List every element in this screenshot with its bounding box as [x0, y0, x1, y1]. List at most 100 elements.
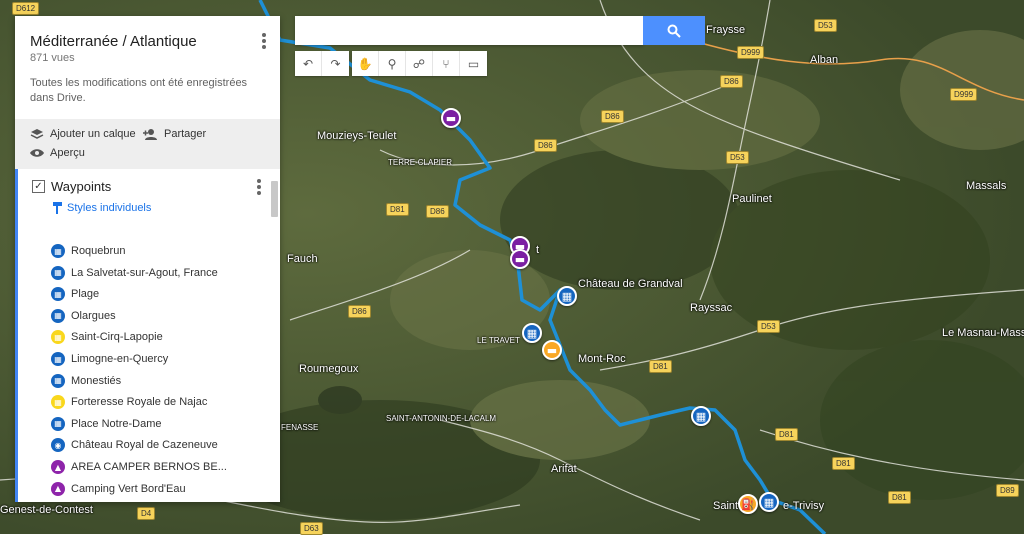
search-button[interactable] [643, 16, 705, 45]
fuel-marker-icon[interactable]: ⛽ [738, 494, 758, 514]
layer-visibility-checkbox[interactable]: ✓ [32, 180, 45, 193]
search-icon [667, 24, 681, 38]
city-icon: ▦ [51, 330, 65, 345]
place-label: FENASSE [281, 423, 319, 432]
waypoint-label: La Salvetat-sur-Agout, France [71, 266, 218, 279]
share-label: Partager [164, 128, 207, 140]
line-icon[interactable]: ☍ [406, 51, 433, 76]
road-shield: D81 [386, 203, 409, 216]
road-shield: D612 [12, 2, 40, 15]
place-label: Paulinet [732, 193, 772, 205]
scrollbar-thumb[interactable] [271, 181, 278, 217]
road-shield: D86 [426, 205, 449, 218]
road-shield: D4 [137, 507, 156, 520]
layer-options-icon[interactable] [253, 177, 265, 195]
place-label: Mouzieys-Teulet [317, 130, 397, 142]
city-marker-icon[interactable]: ▦ [759, 492, 779, 512]
camp-icon: ▲ [51, 481, 65, 496]
road-shield: D81 [775, 428, 798, 441]
place-label: Rayssac [690, 302, 733, 314]
search-input[interactable] [295, 16, 643, 45]
place-label: Genest-de-Contest [0, 504, 93, 516]
add-person-icon [143, 129, 157, 140]
waypoint-label: Place Notre-Dame [71, 417, 162, 430]
city-icon: ▦ [51, 244, 65, 258]
save-status: Toutes les modifications ont été enregis… [30, 77, 248, 104]
hand-icon[interactable]: ✋ [352, 51, 379, 76]
road-shield: D86 [348, 305, 371, 318]
add-layer-label: Ajouter un calque [50, 128, 136, 140]
waypoint-label: Camping Vert Bord'Eau [71, 482, 186, 495]
map-actions: Ajouter un calque Partager Aperçu [15, 119, 280, 169]
city-icon: ▦ [51, 352, 65, 366]
road-shield: D999 [737, 46, 765, 59]
camera-icon: ◉ [51, 438, 65, 453]
city-icon: ▦ [51, 265, 65, 280]
individual-styles-link[interactable]: Styles individuels [53, 202, 151, 214]
place-label: Fauch [287, 253, 318, 265]
city-icon: ▦ [51, 308, 65, 323]
bed-marker-icon[interactable]: ▬ [441, 108, 461, 128]
camp-icon: ▲ [51, 460, 65, 474]
waypoint-item[interactable]: ▦ Monestiés [51, 371, 121, 391]
directions-icon[interactable]: ⑂ [433, 51, 460, 76]
waypoint-label: Olargues [71, 309, 116, 322]
undo-redo-toolbar: ↶ ↷ [295, 51, 349, 76]
bed-marker-icon[interactable]: ▬ [542, 340, 562, 360]
place-label: t [536, 244, 540, 256]
waypoint-item[interactable]: ▦ Limogne-en-Quercy [51, 349, 168, 369]
road-shield: D999 [950, 88, 978, 101]
eye-icon [30, 149, 44, 157]
styles-label: Styles individuels [67, 202, 152, 214]
marker-icon[interactable]: ⚲ [379, 51, 406, 76]
ruler-icon[interactable]: ▭ [460, 51, 487, 76]
waypoint-label: Monestiés [71, 374, 122, 387]
road-shield: D86 [720, 75, 743, 88]
waypoint-item[interactable]: ▲ Camping Vert Bord'Eau [51, 479, 186, 499]
place-label: TERRE-CLAPIER [388, 158, 453, 167]
road-shield: D53 [726, 151, 749, 164]
road-shield: D53 [814, 19, 837, 32]
view-count: 871 vues [30, 52, 75, 64]
waypoint-item[interactable]: ▲ AREA CAMPER BERNOS BE... [51, 457, 227, 477]
waypoint-item[interactable]: ▦ Forteresse Royale de Najac [51, 392, 207, 412]
bed-marker-icon[interactable]: ▬ [510, 249, 530, 269]
preview-button[interactable]: Aperçu [30, 147, 85, 159]
road-shield: D53 [757, 320, 780, 333]
map-title[interactable]: Méditerranée / Atlantique [30, 33, 197, 50]
map-sidebar-panel: Méditerranée / Atlantique 871 vues Toute… [15, 16, 280, 502]
place-label: Alban [810, 54, 839, 66]
undo-icon[interactable]: ↶ [295, 51, 322, 76]
waypoint-item[interactable]: ▦ Plage [51, 284, 99, 304]
waypoint-item[interactable]: ▦ La Salvetat-sur-Agout, France [51, 263, 218, 283]
waypoint-label: Roquebrun [71, 245, 126, 257]
place-label: Château de Grandval [578, 278, 683, 290]
city-icon: ▦ [51, 287, 65, 302]
city-marker-icon[interactable]: ▦ [691, 406, 711, 426]
waypoint-label: Saint-Cirq-Lapopie [71, 331, 163, 344]
city-icon: ▦ [51, 373, 65, 388]
road-shield: D86 [534, 139, 557, 152]
map-options-icon[interactable] [258, 31, 270, 49]
waypoint-label: AREA CAMPER BERNOS BE... [71, 461, 227, 473]
waypoint-item[interactable]: ▦ Place Notre-Dame [51, 414, 161, 434]
road-shield: D81 [832, 457, 855, 470]
layer-name[interactable]: Waypoints [51, 179, 111, 194]
waypoint-item[interactable]: ▦ Olargues [51, 306, 116, 326]
waypoint-item[interactable]: ◉ Château Royal de Cazeneuve [51, 435, 218, 455]
share-button[interactable]: Partager [142, 128, 206, 140]
redo-icon[interactable]: ↷ [322, 51, 349, 76]
waypoint-item[interactable]: ▦ Saint-Cirq-Lapopie [51, 327, 163, 347]
tools-toolbar: ✋ ⚲ ☍ ⑂ ▭ [352, 51, 487, 76]
waypoint-item[interactable]: ▦ Roquebrun [51, 241, 125, 261]
place-label: LE TRAVET [477, 336, 520, 345]
city-marker-icon[interactable]: ▦ [522, 323, 542, 343]
place-label: Saint [713, 500, 739, 512]
place-label: Mont-Roc [578, 353, 626, 365]
city-marker-icon[interactable]: ▦ [557, 286, 577, 306]
place-label: Arifat [551, 463, 577, 475]
waypoint-label: Château Royal de Cazeneuve [71, 439, 218, 452]
waypoint-item[interactable]: ▲Saint-Symphorien [51, 500, 158, 502]
layers-icon [30, 129, 44, 139]
add-layer-button[interactable]: Ajouter un calque [30, 128, 136, 140]
